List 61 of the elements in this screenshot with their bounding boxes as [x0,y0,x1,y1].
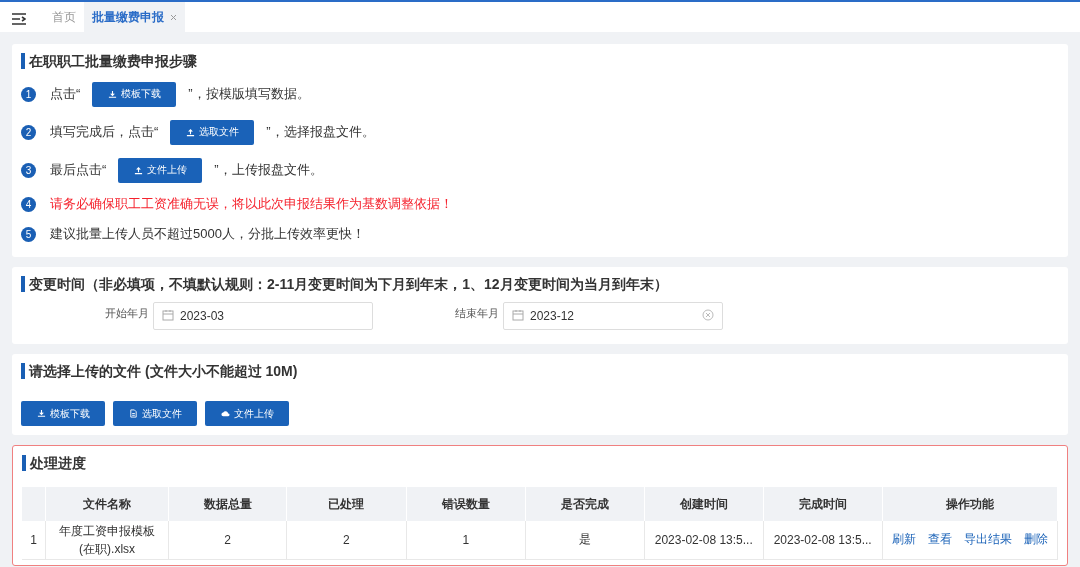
calendar-icon [162,308,174,324]
table-cell: 2 [168,521,287,559]
field-value: 2023-12 [530,309,575,323]
button[interactable]: 文件上传 [118,157,203,183]
upload-icon [133,165,143,175]
column-header: 数据总量 [168,487,287,521]
section-title: 处理进度 [22,455,86,471]
tab[interactable]: 批量缴费申报 [84,2,185,32]
step-text: 建议批量上传人员不超过5000人，分批上传效率更快！ [50,225,365,243]
upload-icon [185,127,195,137]
step-text: ”，按模版填写数据。 [188,85,310,103]
tab[interactable]: 首页 [44,2,84,32]
table-cell: 1 [406,521,526,559]
download-icon [107,89,117,99]
button[interactable]: 文件上传 [205,401,289,426]
action-link[interactable]: 查看 [927,532,952,547]
menu-icon[interactable] [12,11,26,23]
file-icon [128,409,138,418]
table-cell: 是 [525,521,645,559]
action-link[interactable]: 删除 [1023,532,1048,547]
table-cell: 2023-02-08 13:5... [644,521,764,559]
button[interactable]: 选取文件 [170,119,255,145]
clear-icon[interactable] [702,308,714,324]
download-icon [36,409,46,418]
column-header: 完成时间 [763,487,883,521]
column-header: 操作功能 [882,487,1058,521]
step-number: 2 [21,124,36,140]
field-label: 开始年月 [105,306,149,321]
step-number: 1 [21,86,36,102]
warning-text: 请务必确保职工工资准确无误，将以此次申报结果作为基数调整依据！ [50,195,453,213]
row-number: 1 [22,521,46,559]
section-title: 请选择上传的文件 (文件大小不能超过 10M) [21,363,298,379]
column-header: 是否完成 [525,487,645,521]
cloud-icon [220,409,230,418]
column-header: 创建时间 [644,487,764,521]
button[interactable]: 模板下载 [21,401,105,426]
column-header: 文件名称 [45,487,169,521]
step-text: 填写完成后，点击“ [50,123,159,141]
field-value: 2023-03 [180,309,225,323]
column-header: 错误数量 [406,487,526,521]
date-field[interactable]: 2023-03 [153,302,373,330]
step-number: 3 [21,162,36,178]
calendar-icon [512,308,524,324]
step-text: 最后点击“ [50,161,107,179]
action-link[interactable]: 导出结果 [963,532,1012,547]
step-text: ”，选择报盘文件。 [266,123,375,141]
step-text: ”，上传报盘文件。 [214,161,323,179]
action-link[interactable]: 刷新 [891,532,916,547]
section-title: 变更时间（非必填项，不填默认规则：2-11月变更时间为下月到年末，1、12月变更时间为当月到年末） [21,276,668,292]
column-header: 已处理 [286,487,407,521]
table-cell: 2023-02-08 13:5... [763,521,883,559]
table-cell: 2 [286,521,407,559]
section-title: 在职职工批量缴费申报步骤 [21,53,197,69]
button[interactable]: 模板下载 [92,81,177,107]
button[interactable]: 选取文件 [113,401,197,426]
field-label: 结束年月 [455,306,499,321]
date-field[interactable]: 2023-12 [503,302,723,330]
table-cell: 年度工资申报模板(在职).xlsx [45,521,169,559]
step-text: 点击“ [50,85,81,103]
step-number: 4 [21,196,36,212]
step-number: 5 [21,226,36,242]
